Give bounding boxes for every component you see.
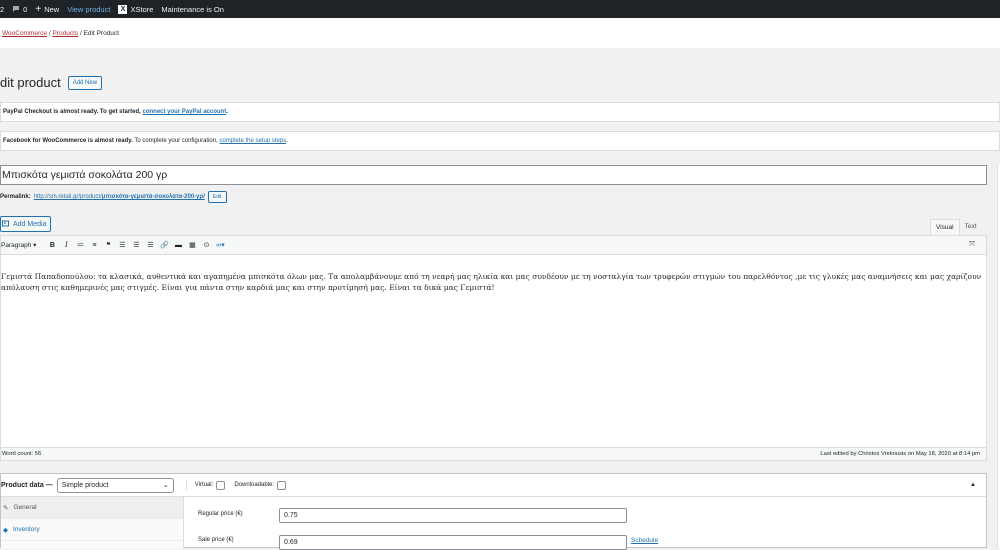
blockquote-icon[interactable]: ❝ [102,239,114,251]
admin-bar: 2 0 + New View product X XStore Maintena… [0,0,1000,18]
numbered-list-icon[interactable]: ≡ [88,239,100,251]
italic-icon[interactable]: I [60,239,72,251]
infinity-icon[interactable]: ∞▾ [214,239,226,251]
downloadable-label: Downloadable: [234,482,275,488]
fullscreen-icon[interactable]: ⤧ [966,239,978,251]
permalink-label: Permalink: [0,194,31,200]
facebook-notice-text: To complete your configuration, [134,138,218,144]
new-label: New [44,4,60,14]
tab-general[interactable]: ✎ General [1,497,183,519]
page-title: dit product [0,75,61,90]
inventory-icon: ◆ [3,526,8,534]
chevron-down-icon: ⌄ [162,482,169,489]
sale-price-label: Sale price (€) [198,537,234,543]
insert-icon[interactable]: ⊙ [200,239,212,251]
editor-status-bar: Word count: 56 Last edited by Christos V… [0,447,987,461]
page-header: dit product Add New [0,75,103,90]
align-left-icon[interactable]: ☰ [116,239,128,251]
comments-count: 0 [23,4,28,14]
comments-link[interactable]: 0 [12,5,27,14]
product-options: Virtual: Downloadable: [185,480,292,490]
tab-inventory[interactable]: ◆ Inventory [1,519,183,541]
chevron-down-icon: ▾ [33,242,37,249]
tab-general-label: General [13,504,37,511]
paypal-notice-text: PayPal Checkout is almost ready. To get … [3,109,141,115]
maintenance-status[interactable]: Maintenance is On [161,5,224,14]
align-right-icon[interactable]: ☰ [144,239,156,251]
xstore-label: XStore [130,4,154,14]
word-count: Word count: 56 [2,451,42,457]
permalink-link[interactable]: http://sm.retail.gr/product/μπισκότα-γεμ… [34,194,205,200]
product-data-panel: Product data — Simple product ⌄ Virtual:… [0,473,987,550]
add-media-button[interactable]: Add Media [0,216,52,232]
regular-price-input[interactable]: 0.75 [279,508,627,523]
facebook-notice-end: . [286,138,288,144]
bullet-list-icon[interactable]: ≔ [74,239,86,251]
xstore-menu[interactable]: X XStore [118,4,154,14]
paypal-notice-end: . [226,109,228,115]
permalink-row: Permalink: http://sm.retail.gr/product/μ… [0,191,227,203]
schedule-link[interactable]: Schedule [631,537,658,544]
breadcrumb-current: Edit Product [83,30,119,37]
plus-icon: + [35,3,42,15]
editor-content[interactable]: Γεμιστά Παπαδοπούλου: τα κλασικά, αυθεντ… [0,255,987,447]
editor-toolbar: Paragraph ▾ B I ≔ ≡ ❝ ☰ ☰ ☰ 🔗 ▬ ▦ ⊙ ∞▾ ⤧ [0,235,987,255]
collapse-toggle-icon[interactable]: ▲ [970,482,976,488]
regular-price-label: Regular price (€) [198,511,243,517]
product-type-select[interactable]: Simple product ⌄ [56,477,174,493]
breadcrumb: WooCommerce / Products / Edit Product [0,18,1000,48]
align-center-icon[interactable]: ☰ [130,239,142,251]
downloadable-checkbox[interactable] [277,480,287,490]
virtual-checkbox[interactable] [216,480,226,490]
editor-tabs: Visual Text [930,219,982,235]
breadcrumb-products[interactable]: Products [52,30,78,37]
format-select-value: Paragraph [1,242,32,249]
product-type-value: Simple product [61,481,109,489]
wrench-icon: ✎ [3,504,9,512]
tab-visual[interactable]: Visual [930,219,960,235]
permalink-edit-button[interactable]: Edit [207,191,227,203]
product-data-tabs: ✎ General ◆ Inventory [1,497,184,549]
xstore-icon: X [118,4,128,14]
add-media-label: Add Media [13,220,47,228]
read-more-icon[interactable]: ▬ [172,239,184,251]
product-title-input[interactable]: Μπισκότα γεμιστά σοκολάτα 200 γρ [0,165,987,185]
media-icon [2,220,9,227]
product-data-label: Product data — [1,481,53,489]
breadcrumb-separator: / [48,30,51,37]
tab-inventory-label: Inventory [13,526,40,533]
facebook-setup-link[interactable]: complete the setup steps [219,138,286,144]
link-icon[interactable]: 🔗 [158,239,170,251]
breadcrumb-separator: / [79,30,82,37]
updates-count[interactable]: 2 [0,5,4,14]
facebook-notice: Facebook for WooCommerce is almost ready… [0,131,1000,151]
bold-icon[interactable]: B [46,239,58,251]
product-data-header: Product data — Simple product ⌄ Virtual:… [1,474,986,497]
new-content-link[interactable]: + New [35,4,59,15]
facebook-notice-title: Facebook for WooCommerce is almost ready… [3,138,133,144]
last-edited: Last edited by Christos Vrekousis on May… [820,451,980,457]
tab-text[interactable]: Text [960,219,982,235]
comment-icon [13,6,20,12]
virtual-label: Virtual: [194,482,214,488]
toolbar-toggle-icon[interactable]: ▦ [186,239,198,251]
paypal-notice: PayPal Checkout is almost ready. To get … [0,102,1000,122]
add-new-button[interactable]: Add New [67,75,103,90]
paypal-connect-link[interactable]: connect your PayPal account [143,109,227,115]
format-select[interactable]: Paragraph ▾ [1,241,36,249]
breadcrumb-woocommerce[interactable]: WooCommerce [2,30,47,37]
permalink-base: http://sm.retail.gr/product/ [33,194,102,200]
permalink-slug: μπισκότα-γεμιστά-σοκολάτα-200-γρ/ [101,194,205,200]
view-product-link[interactable]: View product [67,5,110,14]
